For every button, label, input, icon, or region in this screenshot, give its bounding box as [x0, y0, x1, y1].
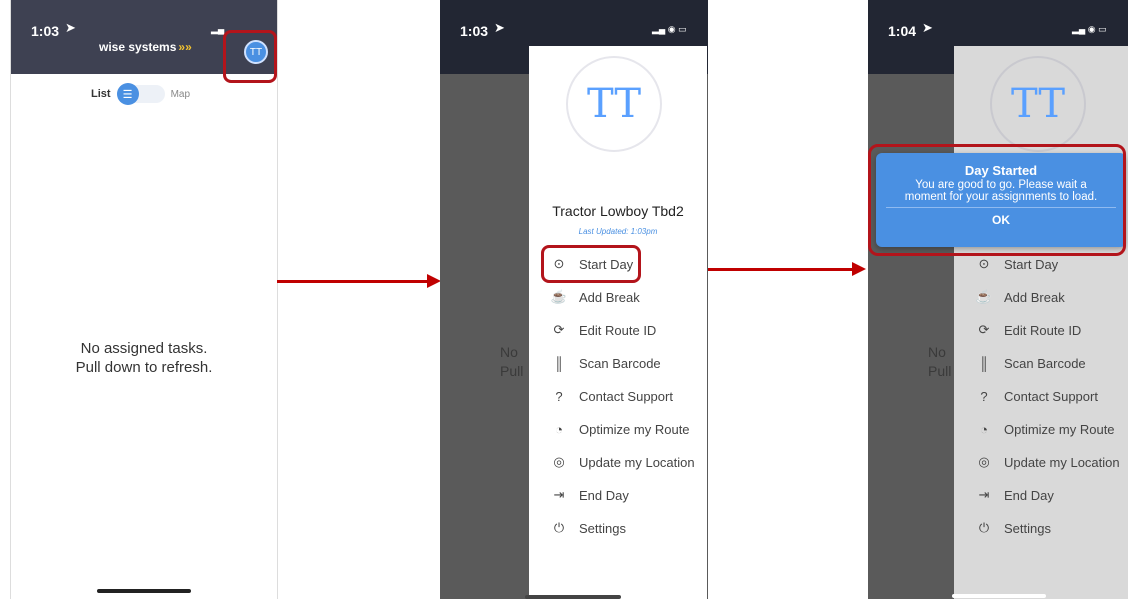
- brand-logo: wise systems»»: [99, 40, 192, 54]
- profile-avatar: TT: [990, 56, 1086, 152]
- menu-item-end-day[interactable]: ⇥ End Day: [551, 485, 629, 505]
- empty-line-2: Pull down to refresh.: [75, 359, 213, 376]
- screen-task-list: 1:03 ➤ ▂▄ wise systems»» TT List ☰ Map N…: [10, 0, 278, 599]
- flow-arrow-1: [277, 274, 441, 288]
- menu-item-settings: ⏻ Settings: [976, 518, 1051, 538]
- menu-item-scan-barcode[interactable]: ║ Scan Barcode: [551, 353, 660, 373]
- menu-item-start-day: ⊙ Start Day: [976, 254, 1059, 274]
- help-circle-icon: ?: [980, 388, 988, 404]
- screen-side-menu: 1:03 ➤ ▂▄ ◉ ▭ No Pull TT Tractor Lowboy …: [440, 0, 708, 599]
- barcode-icon: ║: [979, 355, 989, 371]
- signal-icon: ▂▄ ◉ ▭: [652, 24, 687, 34]
- menu-item-update-location: ◎ Update my Location: [976, 452, 1119, 472]
- background-text: No Pull: [500, 344, 524, 379]
- menu-item-edit-route: ⟳ Edit Route ID: [976, 320, 1082, 340]
- coffee-cup-icon: ☕: [550, 289, 568, 304]
- menu-item-contact-support: ? Contact Support: [976, 386, 1098, 406]
- coffee-cup-icon: ☕: [975, 289, 993, 304]
- empty-line-1: No assigned tasks.: [80, 340, 208, 357]
- vehicle-name: Tractor Lowboy Tbd2: [552, 203, 684, 219]
- profile-avatar: TT: [566, 56, 662, 152]
- highlight-start-day: [541, 245, 641, 283]
- empty-state: No assigned tasks. Pull down to refresh.: [11, 339, 277, 377]
- play-circle-icon: ⊙: [978, 256, 990, 271]
- menu-item-add-break[interactable]: ☕ Add Break: [551, 287, 640, 307]
- exit-icon: ⇥: [978, 487, 990, 502]
- view-toggle[interactable]: List ☰ Map: [91, 83, 190, 105]
- power-icon: ⏻: [553, 520, 565, 535]
- menu-item-scan-barcode: ║ Scan Barcode: [976, 353, 1085, 373]
- home-indicator: [952, 594, 1046, 598]
- flow-arrow-2: [708, 262, 866, 276]
- optimize-icon: ◔: [980, 421, 988, 437]
- help-circle-icon: ?: [555, 388, 563, 404]
- barcode-icon: ║: [554, 355, 564, 371]
- toggle-list-label[interactable]: List: [91, 88, 111, 100]
- status-time: 1:04: [888, 23, 917, 39]
- location-pin-icon: ◎: [978, 454, 990, 469]
- menu-item-edit-route[interactable]: ⟳ Edit Route ID: [551, 320, 657, 340]
- exit-icon: ⇥: [553, 487, 565, 502]
- list-icon: ☰: [116, 83, 139, 105]
- menu-item-update-location[interactable]: ◎ Update my Location: [551, 452, 694, 472]
- screen-day-started: 1:04 ➤ ▂▄ ◉ ▭ No Pull TT ⊙ Start Day ☕ Add…: [868, 0, 1128, 599]
- menu-item-contact-support[interactable]: ? Contact Support: [551, 386, 673, 406]
- home-indicator: [97, 589, 191, 593]
- menu-item-settings[interactable]: ⏻ Settings: [551, 518, 626, 538]
- location-arrow-icon: ➤: [494, 20, 505, 35]
- location-pin-icon: ◎: [553, 454, 565, 469]
- highlight-alert: [868, 144, 1126, 256]
- home-indicator: [525, 595, 621, 599]
- toggle-map-label[interactable]: Map: [171, 89, 190, 100]
- menu-list: ⊙ Start Day ☕ Add Break ⟳ Edit Route ID ║ Sc…: [976, 254, 1126, 584]
- last-updated: Last Updated: 1:03pm: [578, 227, 658, 236]
- side-menu-panel-dimmed: TT ⊙ Start Day ☕ Add Break ⟳ Edit Route ID …: [954, 46, 1128, 599]
- refresh-icon: ⟳: [553, 322, 565, 337]
- toggle-switch[interactable]: ☰: [116, 83, 165, 105]
- status-time: 1:03: [460, 23, 489, 39]
- menu-item-end-day: ⇥ End Day: [976, 485, 1054, 505]
- location-arrow-icon: ➤: [922, 20, 933, 35]
- signal-icon: ▂▄ ◉ ▭: [1072, 24, 1107, 34]
- power-icon: ⏻: [978, 520, 990, 535]
- background-text: No Pull: [928, 344, 952, 379]
- signal-icon: ▂▄: [211, 24, 225, 34]
- optimize-icon: ◔: [555, 421, 563, 437]
- chevrons-icon: »»: [178, 40, 192, 54]
- side-menu-panel: TT Tractor Lowboy Tbd2 Last Updated: 1:0…: [529, 46, 707, 599]
- menu-item-optimize-route: ◔ Optimize my Route: [976, 419, 1114, 439]
- highlight-avatar: [223, 30, 277, 83]
- location-arrow-icon: ➤: [65, 20, 76, 35]
- menu-item-optimize-route[interactable]: ◔ Optimize my Route: [551, 419, 689, 439]
- status-time: 1:03: [31, 23, 60, 39]
- menu-item-add-break: ☕ Add Break: [975, 289, 1065, 305]
- refresh-icon: ⟳: [978, 322, 990, 337]
- menu-list: ⊙ Start Day ☕ Add Break ⟳ Edit Route ID ║ Sc…: [551, 254, 701, 584]
